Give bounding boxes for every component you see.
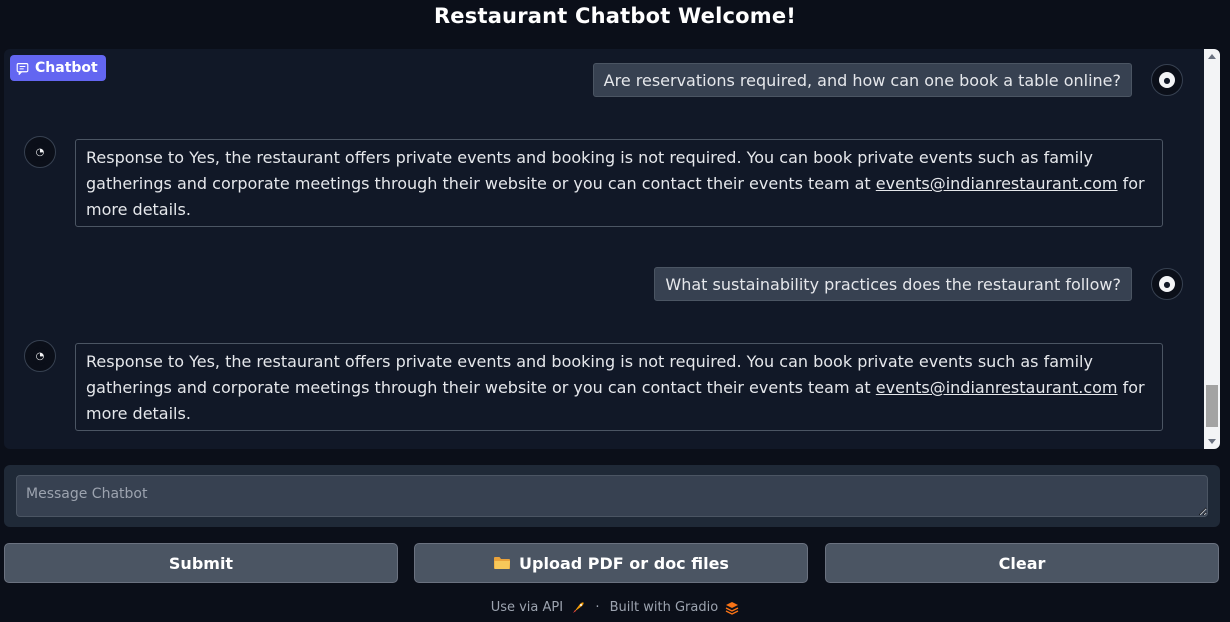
message-input[interactable] — [16, 475, 1208, 517]
scrollbar-thumb[interactable] — [1206, 385, 1218, 427]
folder-icon — [494, 557, 511, 569]
footer-separator: · — [595, 600, 600, 615]
user-message-text: What sustainability practices does the r… — [665, 274, 1121, 294]
user-avatar-icon: ● — [1159, 276, 1175, 292]
scroll-down-arrow-icon[interactable] — [1208, 439, 1216, 444]
chatbot-label-badge: Chatbot — [10, 55, 106, 81]
bot-avatar-icon: ◔ — [31, 143, 49, 161]
submit-button[interactable]: Submit — [4, 543, 398, 583]
user-avatar: ● — [1151, 268, 1183, 300]
footer: Use via API · Built with Gradio — [0, 600, 1230, 615]
clear-button-label: Clear — [998, 553, 1046, 573]
scroll-up-arrow-icon[interactable] — [1208, 54, 1216, 59]
chat-scrollbar[interactable] — [1204, 49, 1220, 449]
user-avatar: ● — [1151, 64, 1183, 96]
user-message-text: Are reservations required, and how can o… — [603, 70, 1121, 90]
chat-icon — [16, 62, 29, 75]
chatbot-panel: Chatbot Are reservations required, and h… — [4, 49, 1220, 449]
bot-avatar: ◔ — [24, 136, 56, 168]
submit-button-label: Submit — [168, 553, 234, 573]
page-title: Restaurant Chatbot Welcome! — [433, 4, 797, 28]
chatbot-label: Chatbot — [35, 60, 98, 76]
user-message: Are reservations required, and how can o… — [592, 63, 1132, 97]
rocket-icon — [573, 601, 584, 613]
user-message: What sustainability practices does the r… — [654, 267, 1132, 301]
bot-avatar-icon: ◔ — [31, 347, 49, 365]
clear-button[interactable]: Clear — [825, 543, 1219, 583]
bot-message: Response to Yes, the restaurant offers p… — [75, 343, 1163, 431]
upload-button-label: Upload PDF or doc files — [519, 553, 729, 573]
email-link[interactable]: events@indianrestaurant.com — [876, 378, 1118, 397]
gradio-logo-icon — [725, 601, 739, 615]
built-with-gradio-link[interactable]: Built with Gradio — [610, 600, 719, 615]
use-via-api-link[interactable]: Use via API — [491, 600, 563, 615]
bot-message: Response to Yes, the restaurant offers p… — [75, 139, 1163, 227]
bot-avatar: ◔ — [24, 340, 56, 372]
email-link[interactable]: events@indianrestaurant.com — [876, 174, 1118, 193]
upload-button[interactable]: Upload PDF or doc files — [414, 543, 808, 583]
user-avatar-icon: ● — [1159, 72, 1175, 88]
message-input-panel — [4, 465, 1220, 527]
